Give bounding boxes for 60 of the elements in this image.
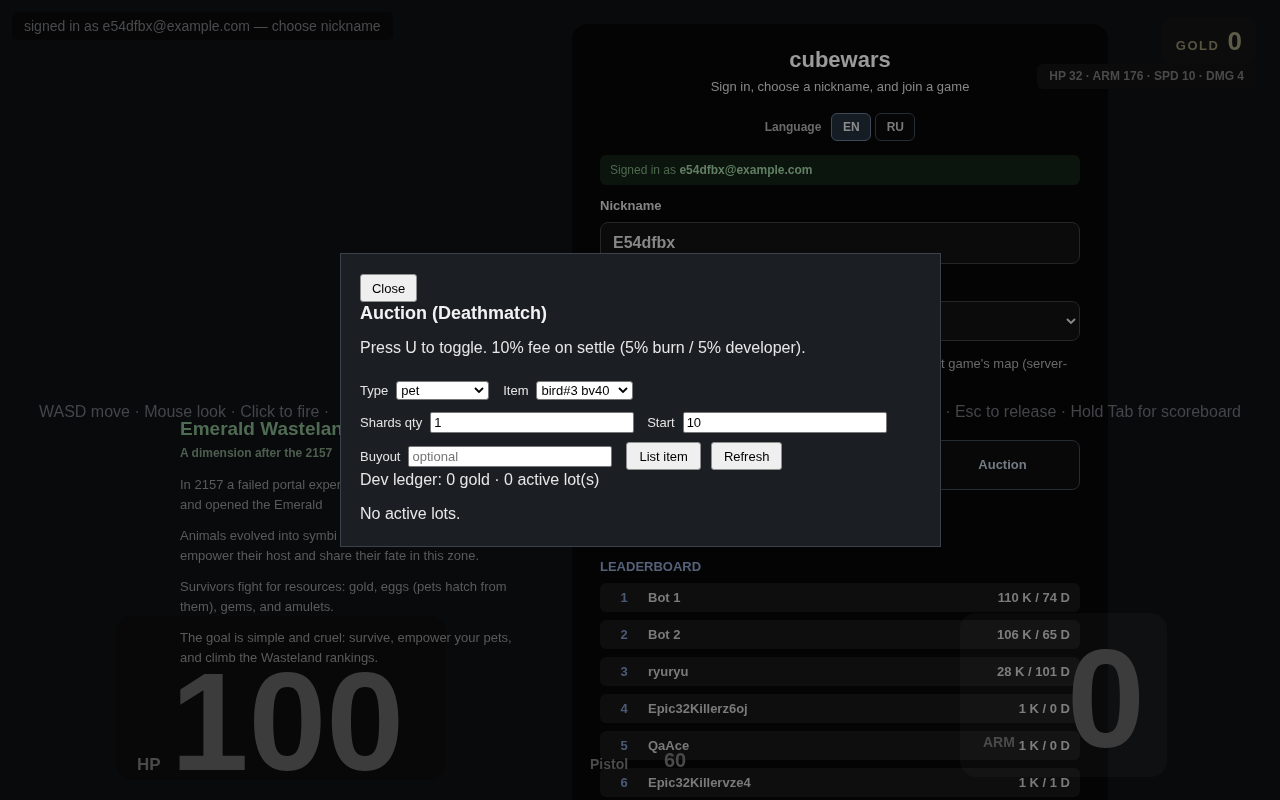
signed-in-notice: Signed in as e54dfbx@example.com xyxy=(600,155,1080,185)
chevron-down-icon xyxy=(474,387,485,393)
rank-number: 1 xyxy=(619,588,629,607)
rank-number: 4 xyxy=(619,699,629,718)
ledger-text: Dev ledger: 0 gold · 0 active lot(s) xyxy=(360,470,600,490)
score-text: 106 K / 65 D xyxy=(997,625,1070,644)
lore-subtitle: A dimension after the 2157 xyxy=(180,445,333,461)
item-select[interactable]: bird#3 bv40 xyxy=(536,380,634,400)
dialog-title: Auction (Deathmatch) xyxy=(360,302,547,324)
app-title: cubewars xyxy=(788,46,892,74)
score-text: 110 K / 74 D xyxy=(997,588,1070,607)
score-text: 1 K / 0 D xyxy=(1018,699,1070,718)
start-input[interactable]: 10 xyxy=(682,411,887,433)
type-select[interactable]: pet xyxy=(396,380,490,400)
type-label: Type xyxy=(360,383,389,397)
score-text: 1 K / 0 D xyxy=(1018,736,1070,755)
buyout-input[interactable]: optional xyxy=(408,445,613,467)
currency-amount: 0 xyxy=(1227,27,1242,55)
player-name: Epic32Killervze4 xyxy=(648,773,751,792)
controls-hint: · Esc to release · Hold Tab for scoreboard xyxy=(945,403,1241,421)
health-label: HP xyxy=(137,756,161,773)
rank-number: 6 xyxy=(619,773,629,792)
nickname-label: Nickname xyxy=(600,197,663,215)
chevron-down-icon xyxy=(618,387,629,393)
player-name: Bot 1 xyxy=(648,588,681,607)
rank-number: 3 xyxy=(619,662,629,681)
empty-lots-text: No active lots. xyxy=(360,504,461,524)
player-name: Bot 2 xyxy=(648,625,681,644)
rank-number: 5 xyxy=(619,736,629,755)
item-label: Item xyxy=(503,383,529,398)
score-text: 1 K / 1 D xyxy=(1018,773,1070,792)
chevron-down-icon xyxy=(1066,318,1076,324)
shards-label: Shards qty xyxy=(360,415,423,429)
currency-label: GOLD xyxy=(1175,37,1220,55)
leaderboard-title: LEADERBOARD xyxy=(600,558,703,576)
weapon-name: Pistol xyxy=(590,756,629,772)
language-option[interactable]: RU xyxy=(875,113,916,141)
close-button[interactable]: Close xyxy=(360,274,417,302)
shards-input[interactable]: 1 xyxy=(430,411,635,433)
dialog-note: Press U to toggle. 10% fee on settle (5% burn / 5% developer). xyxy=(360,338,806,358)
start-label: Start xyxy=(647,415,675,430)
player-name: Epic32Killerz6oj xyxy=(648,699,748,718)
lore-paragraph: Survivors fight for resources: gold, eggs (pets hatch from them), gems, and amulets. xyxy=(180,578,507,616)
buyout-label: Buyout xyxy=(360,449,401,463)
rank-number: 2 xyxy=(619,625,629,644)
player-name: ryuryu xyxy=(648,662,689,681)
language-option[interactable]: EN xyxy=(831,113,872,141)
status-message: signed in as e54dfbx@example.com — choose nickname xyxy=(12,12,393,40)
map-note: t game's map (server- xyxy=(941,355,1067,373)
language-label: Language xyxy=(764,119,822,136)
list-item-button[interactable]: List item xyxy=(626,442,701,470)
lore-paragraph: In 2157 a failed portal exper and opened the Emerald xyxy=(180,476,342,514)
lore-title: Emerald Wastelan xyxy=(180,419,343,439)
ammo-count: 60 xyxy=(664,753,687,768)
refresh-button[interactable]: Refresh xyxy=(710,442,783,470)
controls-hint: WASD move · Mouse look · Click to fire · xyxy=(39,403,330,421)
app-subtitle: Sign in, choose a nickname, and join a game xyxy=(709,78,971,96)
lore-paragraph: Animals evolved into symbi empower their host and share their fate in this zone. xyxy=(180,527,480,565)
lore-paragraph: The goal is simple and cruel: survive, empower your pets, and climb the Wasteland rankings. xyxy=(180,629,512,667)
player-name: QaAce xyxy=(648,736,690,754)
